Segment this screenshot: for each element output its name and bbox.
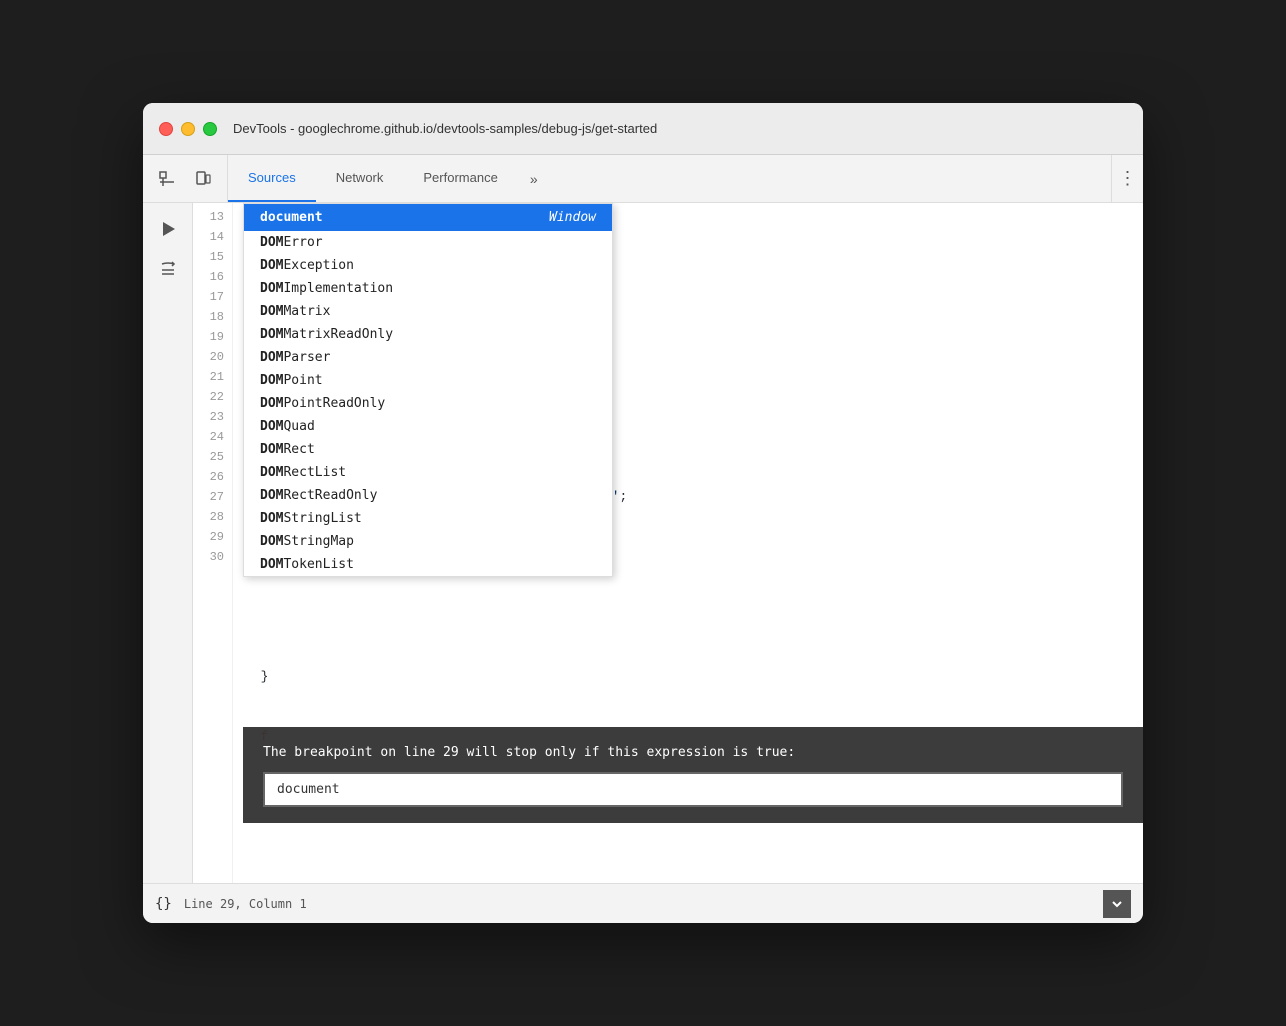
line-num-15: 15 [201,247,224,267]
autocomplete-item-3[interactable]: DOMMatrix [244,300,612,323]
line-num-19: 19 [201,327,224,347]
status-bar: {} Line 29, Column 1 [143,883,1143,923]
toolbar-tabs: Sources Network Performance » [228,155,1111,202]
window-title: DevTools - googlechrome.github.io/devtoo… [233,121,657,136]
console-drawer-button[interactable] [1103,890,1131,918]
autocomplete-item-8[interactable]: DOMQuad [244,415,612,438]
autocomplete-type-label: Window [533,204,612,231]
breakpoint-input-row [263,772,1123,807]
line-num-24: 24 [201,427,224,447]
line-num-27: 27 [201,487,224,507]
autocomplete-item-9[interactable]: DOMRect [244,438,612,461]
pretty-print-icon[interactable]: {} [155,896,172,912]
cursor-position: Line 29, Column 1 [184,897,307,911]
line-num-28: 28 [201,507,224,527]
line-num-21: 21 [201,367,224,387]
toolbar-left-icons [143,155,228,202]
line-num-16: 16 [201,267,224,287]
title-bar: DevTools - googlechrome.github.io/devtoo… [143,103,1143,155]
autocomplete-header: document Window [244,204,612,231]
sidebar [143,203,193,883]
code-line-19 [245,607,1143,627]
maximize-button[interactable] [203,122,217,136]
close-button[interactable] [159,122,173,136]
line-num-13: 13 [201,207,224,227]
toolbar-menu-button[interactable]: ⋮ [1111,155,1143,202]
autocomplete-dropdown: document Window DOMError DOMException DO… [243,203,613,577]
line-num-26: 26 [201,467,224,487]
main-area: document Window DOMError DOMException DO… [143,203,1143,883]
autocomplete-item-0[interactable]: DOMError [244,231,612,254]
line-num-20: 20 [201,347,224,367]
autocomplete-item-6[interactable]: DOMPoint [244,369,612,392]
autocomplete-item-10[interactable]: DOMRectList [244,461,612,484]
autocomplete-selected-item[interactable]: document [244,204,533,231]
tab-sources[interactable]: Sources [228,155,316,202]
line-num-14: 14 [201,227,224,247]
line-num-18: 18 [201,307,224,327]
line-num-30: 30 [201,547,224,567]
autocomplete-item-5[interactable]: DOMParser [244,346,612,369]
inspect-icon[interactable] [151,163,183,195]
minimize-button[interactable] [181,122,195,136]
autocomplete-item-11[interactable]: DOMRectReadOnly [244,484,612,507]
tab-network[interactable]: Network [316,155,404,202]
tab-performance[interactable]: Performance [403,155,517,202]
line-num-23: 23 [201,407,224,427]
line-numbers: 13 14 15 16 17 18 19 20 21 22 23 24 25 2… [193,203,233,883]
more-tabs-button[interactable]: » [518,155,550,202]
code-line-20: } [245,667,1143,687]
devtools-window: DevTools - googlechrome.github.io/devtoo… [143,103,1143,923]
code-line-23 [245,847,1143,867]
breakpoint-tooltip: The breakpoint on line 29 will stop only… [243,727,1143,824]
step-over-icon[interactable] [150,251,186,287]
line-num-22: 22 [201,387,224,407]
autocomplete-item-14[interactable]: DOMTokenList [244,553,612,576]
status-left: {} Line 29, Column 1 [155,896,307,912]
status-right [1103,890,1131,918]
code-area: document Window DOMError DOMException DO… [193,203,1143,883]
line-num-17: 17 [201,287,224,307]
device-icon[interactable] [187,163,219,195]
autocomplete-item-12[interactable]: DOMStringList [244,507,612,530]
resume-icon[interactable] [150,211,186,247]
line-num-25: 25 [201,447,224,467]
toolbar: Sources Network Performance » ⋮ [143,155,1143,203]
line-num-29: 29 [201,527,224,547]
autocomplete-item-7[interactable]: DOMPointReadOnly [244,392,612,415]
autocomplete-item-1[interactable]: DOMException [244,254,612,277]
autocomplete-item-2[interactable]: DOMImplementation [244,277,612,300]
autocomplete-item-4[interactable]: DOMMatrixReadOnly [244,323,612,346]
autocomplete-item-13[interactable]: DOMStringMap [244,530,612,553]
traffic-lights [159,122,217,136]
breakpoint-message: The breakpoint on line 29 will stop only… [263,743,1123,763]
breakpoint-expression-input[interactable] [263,772,1123,807]
